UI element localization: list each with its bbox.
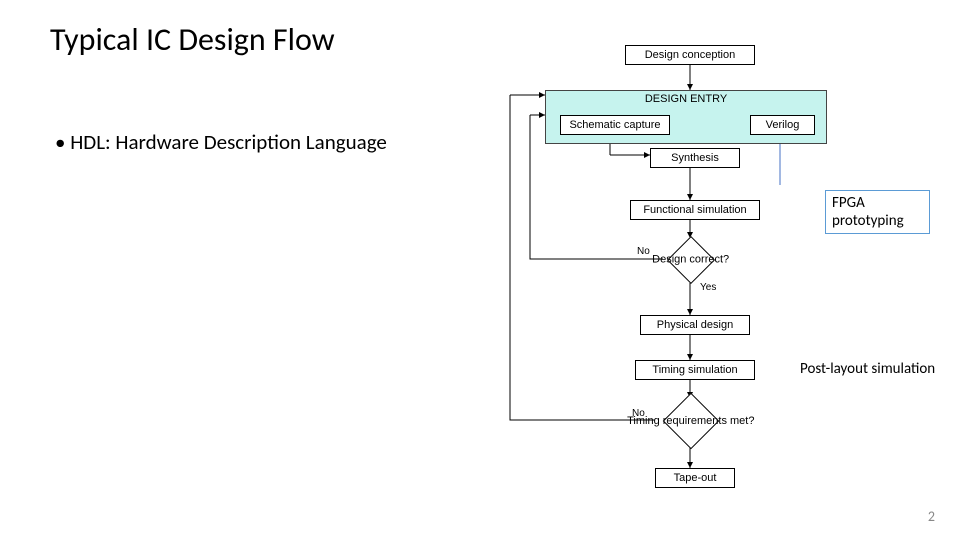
node-tape-out: Tape-out — [655, 468, 735, 488]
slide-number: 2 — [928, 508, 935, 525]
node-functional-simulation: Functional simulation — [630, 200, 760, 220]
node-verilog: Verilog — [750, 115, 815, 135]
label-no-2: No — [632, 408, 645, 419]
node-synthesis: Synthesis — [650, 148, 740, 168]
decision-design-correct: Design correct? — [667, 236, 715, 284]
flow-diagram: Design conception DESIGN ENTRY Schematic… — [430, 30, 850, 500]
bullet-hdl-text: HDL: Hardware Description Language — [70, 129, 387, 155]
annotation-fpga-line1: FPGA — [832, 194, 865, 212]
slide-title: Typical IC Design Flow — [50, 20, 335, 59]
node-physical-design: Physical design — [640, 315, 750, 335]
node-timing-simulation: Timing simulation — [635, 360, 755, 380]
decision-timing-met-text: Timing requirements met? — [627, 415, 754, 427]
annotation-fpga-box: FPGA prototyping — [825, 190, 930, 234]
label-yes-1: Yes — [700, 282, 716, 293]
node-schematic-capture: Schematic capture — [560, 115, 670, 135]
annotation-post-layout: Post-layout simulation — [800, 360, 935, 378]
node-design-conception: Design conception — [625, 45, 755, 65]
decision-timing-met: Timing requirements met? — [663, 393, 720, 450]
bullet-hdl: • HDL: Hardware Description Language — [55, 130, 387, 155]
label-no-1: No — [637, 246, 650, 257]
decision-design-correct-text: Design correct? — [652, 254, 729, 266]
design-entry-header: DESIGN ENTRY — [645, 93, 727, 105]
annotation-fpga-line2: prototyping — [832, 212, 904, 230]
